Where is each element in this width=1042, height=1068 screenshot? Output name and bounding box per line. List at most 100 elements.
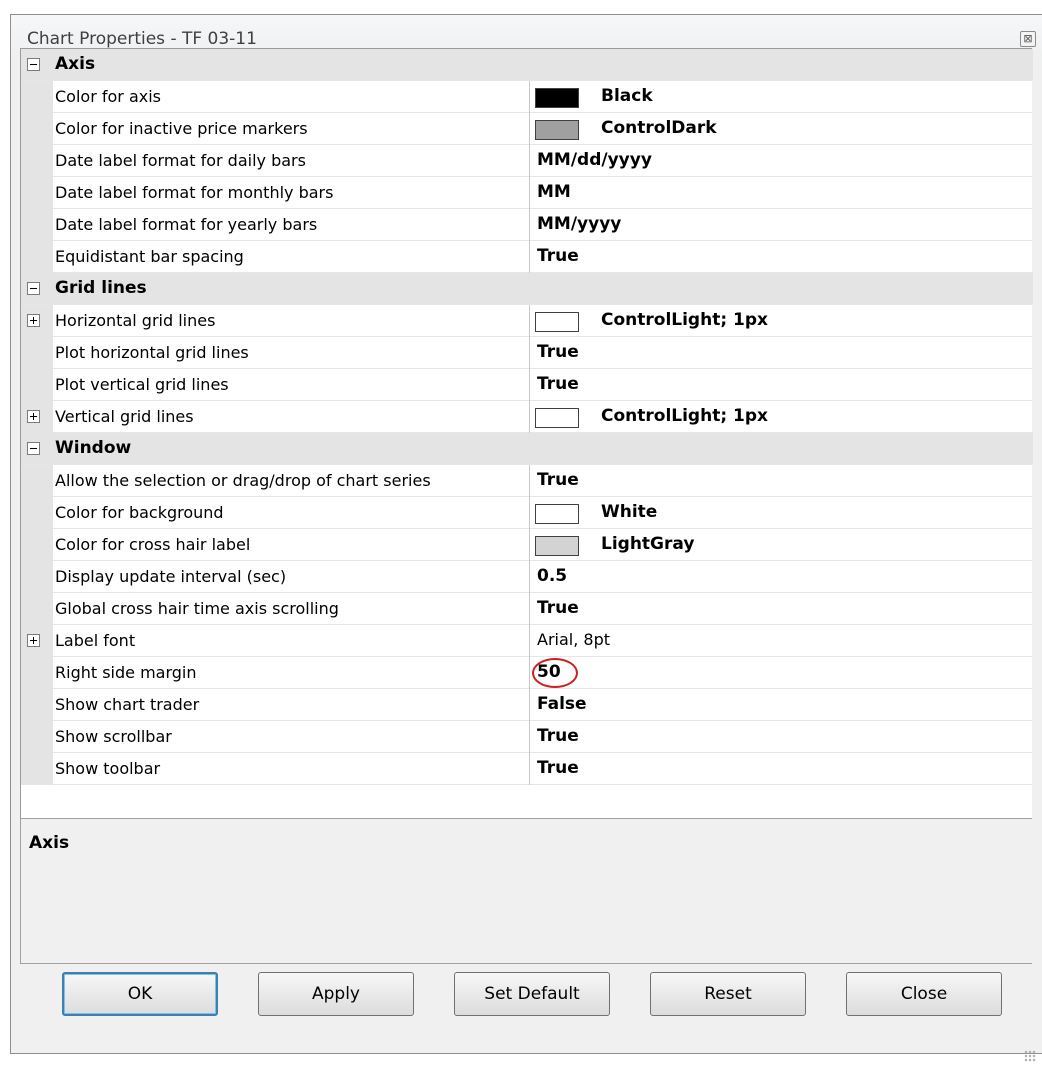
property-row[interactable]: Equidistant bar spacing True [21,241,1033,273]
color-swatch [535,88,579,108]
property-value[interactable]: True [537,758,579,778]
property-name: Global cross hair time axis scrolling [55,599,339,618]
property-name: Color for axis [55,87,161,106]
row-gutter [21,305,53,337]
row-gutter [21,465,53,497]
expand-icon[interactable] [27,314,40,327]
column-divider[interactable] [529,721,530,753]
property-value[interactable]: Black [601,86,653,106]
property-row[interactable]: Right side margin 50 [21,657,1033,689]
property-value[interactable]: Arial, 8pt [537,630,610,649]
property-row[interactable]: Date label format for monthly bars MM [21,177,1033,209]
column-divider[interactable] [529,369,530,401]
expand-icon[interactable] [27,410,40,423]
property-row[interactable]: Plot vertical grid lines True [21,369,1033,401]
property-value[interactable]: True [537,470,579,490]
property-value[interactable]: True [537,374,579,394]
category-row[interactable]: Window [21,433,1033,465]
property-name: Show toolbar [55,759,161,778]
column-divider[interactable] [529,465,530,497]
property-value[interactable]: True [537,342,579,362]
apply-button[interactable]: Apply [258,972,414,1016]
property-value[interactable]: ControlLight; 1px [601,406,768,426]
reset-button[interactable]: Reset [650,972,806,1016]
property-row[interactable]: Global cross hair time axis scrolling Tru… [21,593,1033,625]
column-divider[interactable] [529,177,530,209]
expand-icon[interactable] [27,634,40,647]
property-row[interactable]: Color for axis Black [21,81,1033,113]
category-row[interactable]: Grid lines [21,273,1033,305]
property-row[interactable]: Color for background White [21,497,1033,529]
row-gutter [21,337,53,369]
property-row[interactable]: Plot horizontal grid lines True [21,337,1033,369]
property-value[interactable]: MM/yyyy [537,214,621,234]
property-name: Plot horizontal grid lines [55,343,249,362]
collapse-icon[interactable] [27,58,40,71]
property-name: Color for inactive price markers [55,119,308,138]
column-divider[interactable] [529,145,530,177]
property-row[interactable]: Date label format for yearly bars MM/yyyy [21,209,1033,241]
property-value[interactable]: LightGray [601,534,694,554]
property-row[interactable]: Color for cross hair label LightGray [21,529,1033,561]
property-row[interactable]: Vertical grid lines ControlLight; 1px [21,401,1033,433]
property-value[interactable]: MM/dd/yyyy [537,150,652,170]
row-gutter [21,369,53,401]
close-icon[interactable]: ⊠ [1020,31,1036,47]
column-divider[interactable] [529,305,530,337]
property-value[interactable]: True [537,726,579,746]
column-divider[interactable] [529,209,530,241]
property-row[interactable]: Horizontal grid lines ControlLight; 1px [21,305,1033,337]
column-divider[interactable] [529,113,530,145]
property-row[interactable]: Label font Arial, 8pt [21,625,1033,657]
property-row[interactable]: Color for inactive price markers ControlD… [21,113,1033,145]
property-value[interactable]: ControlDark [601,118,717,138]
row-gutter [21,145,53,177]
property-value[interactable]: MM [537,182,571,202]
ok-button[interactable]: OK [62,972,218,1016]
property-value[interactable]: True [537,598,579,618]
color-swatch [535,536,579,556]
column-divider[interactable] [529,401,530,433]
column-divider[interactable] [529,753,530,785]
property-value[interactable]: False [537,694,587,714]
highlight-circle-annotation [532,658,578,688]
set-default-button[interactable]: Set Default [454,972,610,1016]
property-value[interactable]: White [601,502,657,522]
description-title: Axis [29,833,70,853]
close-button[interactable]: Close [846,972,1002,1016]
collapse-icon[interactable] [27,282,40,295]
column-divider[interactable] [529,593,530,625]
property-grid[interactable]: Axis Color for axis Black Color for inactiv… [20,48,1033,822]
property-row[interactable]: Show toolbar True [21,753,1033,785]
column-divider[interactable] [529,241,530,273]
row-gutter [21,241,53,273]
column-divider[interactable] [529,561,530,593]
category-row[interactable]: Axis [21,49,1033,81]
color-swatch [535,120,579,140]
resize-grip-icon[interactable] [1024,1050,1036,1062]
column-divider[interactable] [529,657,530,689]
property-row[interactable]: Display update interval (sec) 0.5 [21,561,1033,593]
category-label: Grid lines [55,278,147,298]
property-row[interactable]: Show chart trader False [21,689,1033,721]
property-value[interactable]: ControlLight; 1px [601,310,768,330]
column-divider[interactable] [529,625,530,657]
column-divider[interactable] [529,529,530,561]
column-divider[interactable] [529,689,530,721]
collapse-icon[interactable] [27,442,40,455]
property-row[interactable]: Allow the selection or drag/drop of char… [21,465,1033,497]
color-swatch [535,408,579,428]
property-name: Color for background [55,503,224,522]
property-value[interactable]: 0.5 [537,566,567,586]
column-divider[interactable] [529,337,530,369]
property-row[interactable]: Show scrollbar True [21,721,1033,753]
category-label: Window [55,438,132,458]
row-gutter [21,657,53,689]
column-divider[interactable] [529,497,530,529]
property-row[interactable]: Date label format for daily bars MM/dd/yy… [21,145,1033,177]
row-gutter [21,497,53,529]
property-value[interactable]: True [537,246,579,266]
column-divider[interactable] [529,81,530,113]
property-name: Date label format for yearly bars [55,215,318,234]
property-name: Date label format for monthly bars [55,183,334,202]
